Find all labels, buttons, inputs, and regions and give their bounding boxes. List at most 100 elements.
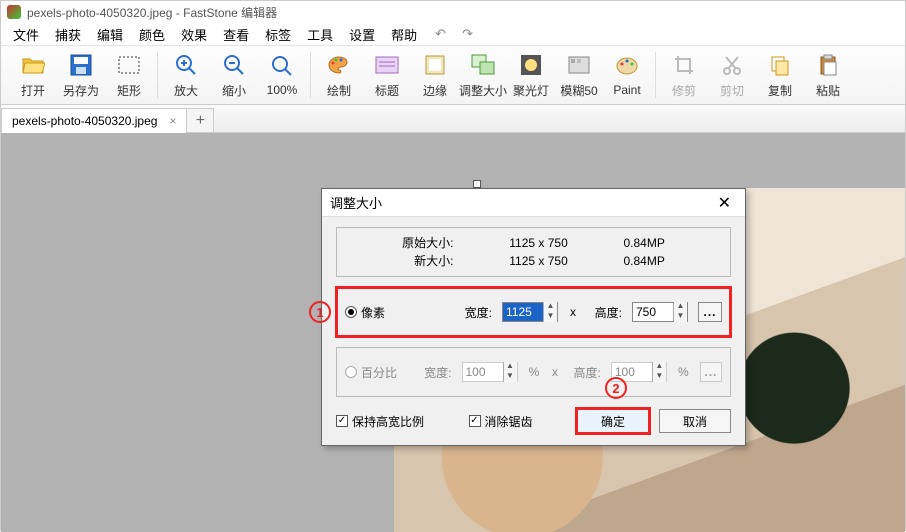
cancel-button[interactable]: 取消 — [659, 409, 731, 433]
selection-handle[interactable] — [473, 180, 481, 188]
toolbar-sep — [157, 52, 158, 98]
orig-size-label: 原始大小: — [384, 234, 454, 252]
saveas-button[interactable]: 另存为 — [57, 47, 105, 103]
menu-bar: 文件 捕获 编辑 颜色 效果 查看 标签 工具 设置 帮助 ↶ ↷ — [1, 23, 905, 45]
preset-button[interactable]: ... — [698, 302, 722, 322]
draw-label: 绘制 — [327, 82, 351, 99]
orig-size-mp: 0.84MP — [624, 234, 684, 252]
times-label: x — [568, 305, 578, 319]
pixel-mode-row: 1 像素 宽度: ▲▼ x 高度: ▲▼ ... — [336, 287, 731, 337]
edge-button[interactable]: 边缘 — [411, 47, 459, 103]
percent-mode-row: 百分比 宽度: ▲▼ % x 高度: ▲▼ % ... — [336, 347, 731, 397]
radio-icon — [345, 366, 357, 378]
pct-width-label: 宽度: — [420, 364, 451, 381]
width-input[interactable]: ▲▼ — [502, 302, 558, 322]
dialog-titlebar[interactable]: 调整大小 ✕ — [322, 189, 745, 217]
redo-icon[interactable]: ↷ — [458, 26, 477, 42]
percent-radio[interactable]: 百分比 — [345, 364, 400, 381]
menu-tools[interactable]: 工具 — [301, 23, 339, 46]
width-label: 宽度: — [458, 304, 492, 321]
open-button[interactable]: 打开 — [9, 47, 57, 103]
keep-ratio-checkbox[interactable]: 保持高宽比例 — [336, 413, 424, 430]
pct-width-field — [463, 363, 503, 381]
toolbar-sep — [310, 52, 311, 98]
title-filename: pexels-photo-4050320.jpeg — [27, 6, 172, 20]
height-field[interactable] — [633, 303, 673, 321]
keep-ratio-label: 保持高宽比例 — [352, 413, 424, 430]
spotlight-button[interactable]: 聚光灯 — [507, 47, 555, 103]
caption-button[interactable]: 标题 — [363, 47, 411, 103]
resize-button[interactable]: 调整大小 — [459, 47, 507, 103]
pct-width-input: ▲▼ — [462, 362, 518, 382]
cut-label: 剪切 — [720, 82, 744, 99]
save-icon — [68, 52, 94, 78]
dialog-bottom-row: 保持高宽比例 消除锯齿 确定 取消 — [336, 409, 731, 433]
open-label: 打开 — [21, 82, 45, 99]
new-size-label: 新大小: — [384, 252, 454, 270]
menu-capture[interactable]: 捕获 — [49, 23, 87, 46]
menu-view[interactable]: 查看 — [217, 23, 255, 46]
folder-open-icon — [20, 52, 46, 78]
zoomout-icon — [221, 52, 247, 78]
edge-icon — [422, 52, 448, 78]
spinner-arrows[interactable]: ▲▼ — [543, 302, 557, 322]
paste-button[interactable]: 粘贴 — [804, 47, 852, 103]
menu-file[interactable]: 文件 — [7, 23, 45, 46]
document-tab[interactable]: pexels-photo-4050320.jpeg × — [1, 108, 187, 133]
title-app: FastStone 编辑器 — [183, 6, 277, 20]
menu-color[interactable]: 颜色 — [133, 23, 171, 46]
pixel-radio[interactable]: 像素 — [345, 304, 405, 321]
menu-edit[interactable]: 编辑 — [91, 23, 129, 46]
rect-button[interactable]: 矩形 — [105, 47, 153, 103]
cut-button[interactable]: 剪切 — [708, 47, 756, 103]
checkbox-icon — [336, 415, 348, 427]
annotation-2: 2 — [605, 377, 627, 399]
new-tab-button[interactable]: + — [186, 108, 214, 133]
paint-button[interactable]: Paint — [603, 47, 651, 103]
pixel-radio-label: 像素 — [361, 304, 385, 321]
toolbar: 打开 另存为 矩形 放大 缩小 100% 绘制 标题 边缘 调整大小 聚光灯 — [1, 45, 905, 105]
spinner-arrows[interactable]: ▲▼ — [673, 302, 687, 322]
zoomout-label: 缩小 — [222, 82, 246, 99]
annotation-1: 1 — [309, 301, 331, 323]
size-info-box: 原始大小: 1125 x 750 0.84MP 新大小: 1125 x 750 … — [336, 227, 731, 277]
antialias-checkbox[interactable]: 消除锯齿 — [469, 413, 533, 430]
height-input[interactable]: ▲▼ — [632, 302, 688, 322]
tab-close-icon[interactable]: × — [169, 114, 176, 128]
toolbar-sep — [655, 52, 656, 98]
zoom100-icon — [269, 53, 295, 79]
paste-label: 粘贴 — [816, 82, 840, 99]
menu-tags[interactable]: 标签 — [259, 23, 297, 46]
menu-effect[interactable]: 效果 — [175, 23, 213, 46]
draw-button[interactable]: 绘制 — [315, 47, 363, 103]
dialog-buttons: 确定 取消 — [577, 409, 731, 433]
blur-button[interactable]: 模糊50 — [555, 47, 603, 103]
tab-bar: pexels-photo-4050320.jpeg × + — [1, 105, 905, 133]
caption-icon — [374, 52, 400, 78]
zoomin-icon — [173, 52, 199, 78]
spinner-arrows: ▲▼ — [503, 362, 517, 382]
app-icon — [7, 5, 21, 19]
zoomin-button[interactable]: 放大 — [162, 47, 210, 103]
crop-icon — [671, 52, 697, 78]
menu-help[interactable]: 帮助 — [385, 23, 423, 46]
new-size-value: 1125 x 750 — [494, 252, 584, 270]
ok-button[interactable]: 确定 — [577, 409, 649, 433]
copy-icon — [767, 52, 793, 78]
new-size-mp: 0.84MP — [624, 252, 684, 270]
copy-button[interactable]: 复制 — [756, 47, 804, 103]
undo-icon[interactable]: ↶ — [431, 26, 450, 42]
percent-radio-label: 百分比 — [361, 364, 397, 381]
palette-icon — [326, 52, 352, 78]
menu-settings[interactable]: 设置 — [343, 23, 381, 46]
paste-icon — [815, 52, 841, 78]
zoomout-button[interactable]: 缩小 — [210, 47, 258, 103]
dialog-close-icon[interactable]: ✕ — [712, 193, 737, 213]
zoomin-label: 放大 — [174, 82, 198, 99]
times-label: x — [550, 365, 559, 379]
crop-button[interactable]: 修剪 — [660, 47, 708, 103]
width-field[interactable] — [503, 303, 543, 321]
edge-label: 边缘 — [423, 82, 447, 99]
zoom100-label: 100% — [267, 83, 298, 97]
zoom100-button[interactable]: 100% — [258, 47, 306, 103]
